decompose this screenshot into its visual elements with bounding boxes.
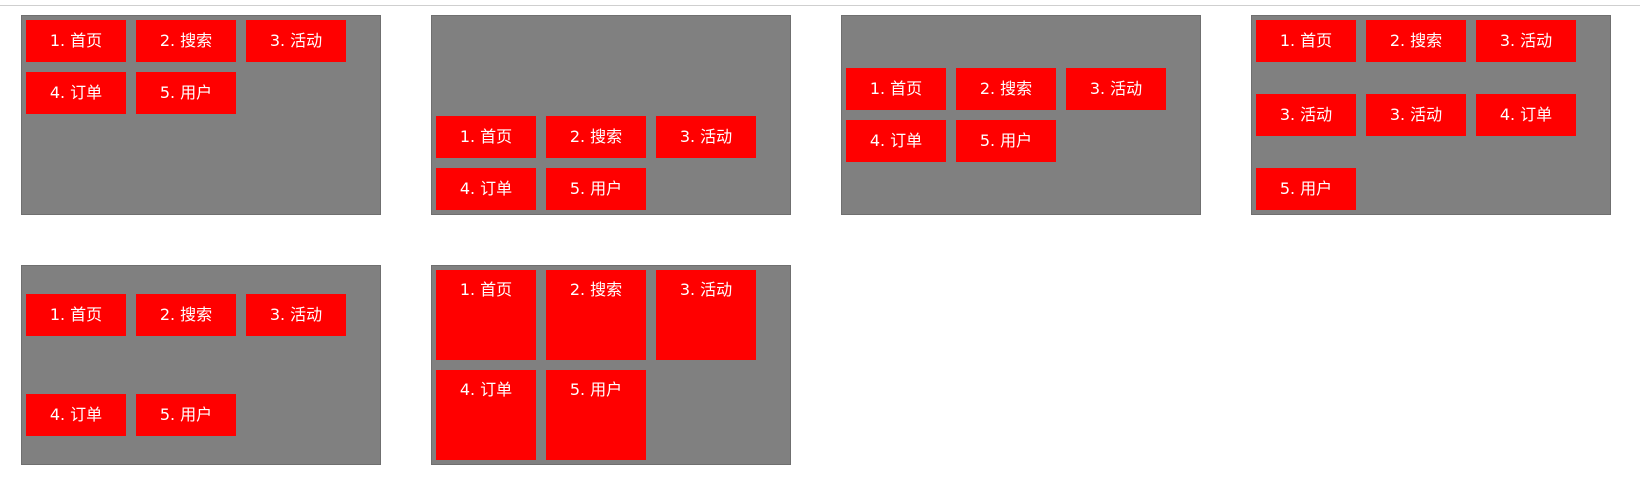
- flex-panel-align-start: 1. 首页 2. 搜索 3. 活动 4. 订单 5. 用户: [21, 15, 381, 215]
- nav-tile-users[interactable]: 5. 用户: [546, 370, 646, 460]
- flex-panel-space-between: 1. 首页 2. 搜索 3. 活动 3. 活动 3. 活动 4. 订单 5. 用…: [1251, 15, 1611, 215]
- nav-tile-activity[interactable]: 3. 活动: [1366, 94, 1466, 136]
- nav-tile-activity[interactable]: 3. 活动: [656, 270, 756, 360]
- nav-tile-search[interactable]: 2. 搜索: [136, 294, 236, 336]
- nav-tile-activity[interactable]: 3. 活动: [656, 116, 756, 158]
- nav-tile-users[interactable]: 5. 用户: [136, 394, 236, 436]
- nav-tile-search[interactable]: 2. 搜索: [956, 68, 1056, 110]
- nav-tile-orders[interactable]: 4. 订单: [846, 120, 946, 162]
- nav-tile-home[interactable]: 1. 首页: [26, 20, 126, 62]
- nav-tile-orders[interactable]: 4. 订单: [26, 394, 126, 436]
- nav-tile-activity[interactable]: 3. 活动: [1066, 68, 1166, 110]
- nav-tile-orders[interactable]: 4. 订单: [436, 168, 536, 210]
- nav-tile-orders[interactable]: 4. 订单: [26, 72, 126, 114]
- nav-tile-search[interactable]: 2. 搜索: [546, 270, 646, 360]
- nav-tile-home[interactable]: 1. 首页: [436, 270, 536, 360]
- flex-panel-stretch: 1. 首页 2. 搜索 3. 活动 4. 订单 5. 用户: [431, 265, 791, 465]
- nav-tile-activity[interactable]: 3. 活动: [1476, 20, 1576, 62]
- nav-tile-users[interactable]: 5. 用户: [546, 168, 646, 210]
- nav-tile-search[interactable]: 2. 搜索: [1366, 20, 1466, 62]
- nav-tile-users[interactable]: 5. 用户: [136, 72, 236, 114]
- nav-tile-users[interactable]: 5. 用户: [956, 120, 1056, 162]
- flex-panel-space-around: 1. 首页 2. 搜索 3. 活动 4. 订单 5. 用户: [21, 265, 381, 465]
- nav-tile-home[interactable]: 1. 首页: [26, 294, 126, 336]
- nav-tile-home[interactable]: 1. 首页: [846, 68, 946, 110]
- flex-panel-align-center: 1. 首页 2. 搜索 3. 活动 4. 订单 5. 用户: [841, 15, 1201, 215]
- nav-tile-orders[interactable]: 4. 订单: [1476, 94, 1576, 136]
- nav-tile-users[interactable]: 5. 用户: [1256, 168, 1356, 210]
- nav-tile-orders[interactable]: 4. 订单: [436, 370, 536, 460]
- nav-tile-search[interactable]: 2. 搜索: [546, 116, 646, 158]
- nav-tile-home[interactable]: 1. 首页: [1256, 20, 1356, 62]
- flex-panel-align-end: 1. 首页 2. 搜索 3. 活动 4. 订单 5. 用户: [431, 15, 791, 215]
- nav-tile-home[interactable]: 1. 首页: [436, 116, 536, 158]
- top-divider: [0, 0, 1640, 6]
- nav-tile-activity[interactable]: 3. 活动: [1256, 94, 1356, 136]
- nav-tile-activity[interactable]: 3. 活动: [246, 20, 346, 62]
- nav-tile-search[interactable]: 2. 搜索: [136, 20, 236, 62]
- nav-tile-activity[interactable]: 3. 活动: [246, 294, 346, 336]
